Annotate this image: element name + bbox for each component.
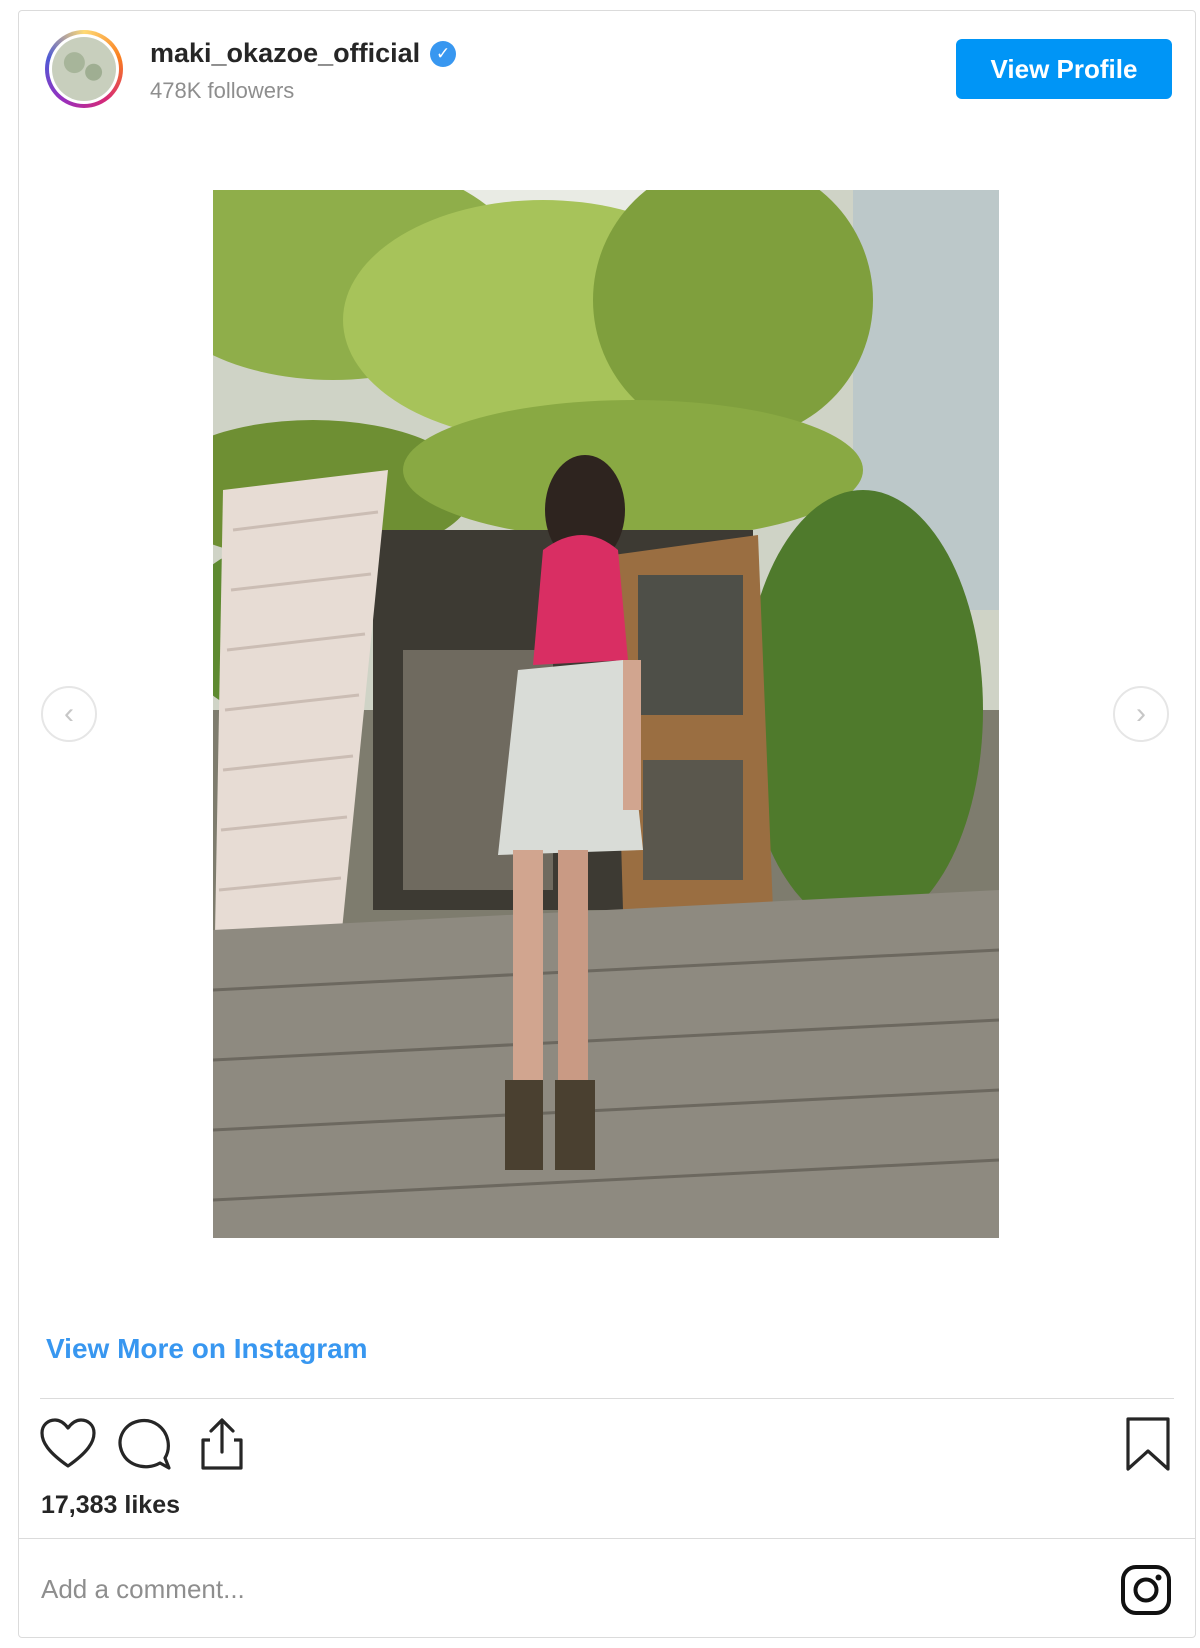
divider [18,1538,1196,1539]
username[interactable]: maki_okazoe_official [150,38,420,69]
instagram-logo-icon[interactable] [1119,1563,1173,1617]
chevron-left-icon[interactable]: ‹ [41,686,97,742]
like-count: 17,383 likes [41,1491,181,1519]
chevron-right-icon[interactable]: › [1113,686,1169,742]
follower-count: 478K followers [150,78,295,103]
avatar[interactable] [45,30,123,108]
share-icon[interactable] [192,1414,252,1474]
heart-icon[interactable] [38,1414,98,1474]
verified-badge-icon: ✓ [430,40,457,67]
view-more-link[interactable]: View More on Instagram [46,1333,368,1365]
bookmark-icon[interactable] [1118,1414,1178,1474]
divider [40,1398,1174,1399]
username-row[interactable]: maki_okazoe_official ✓ [150,38,457,69]
post-photo[interactable] [213,190,999,1238]
avatar-image [52,37,116,101]
comment-input[interactable]: Add a comment... [41,1574,245,1605]
photo-image [213,190,999,1238]
view-profile-button[interactable]: View Profile [956,39,1172,99]
comment-icon[interactable] [115,1414,175,1474]
